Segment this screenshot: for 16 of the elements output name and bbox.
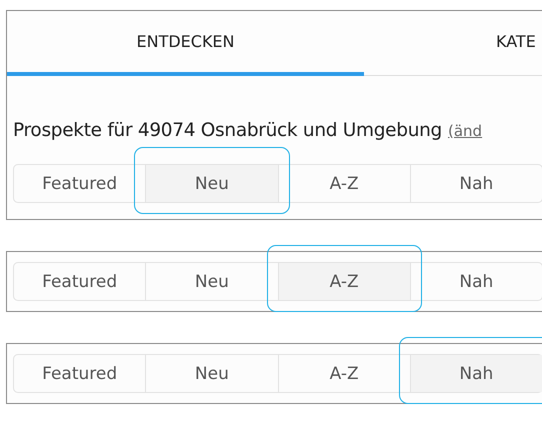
heading: Prospekte für 49074 Osnabrück und Umgebung — [13, 120, 442, 141]
tab[interactable]: ENTDECKEN — [7, 11, 364, 76]
segment-button[interactable]: Neu — [146, 165, 278, 202]
segment-button[interactable]: Featured — [14, 355, 146, 392]
segment-button[interactable]: Featured — [14, 165, 146, 202]
segment-button[interactable]: A-Z — [278, 165, 410, 202]
segment-button[interactable]: Nah — [410, 263, 542, 300]
segment-button[interactable]: A-Z — [278, 263, 410, 300]
segment-button[interactable]: Neu — [146, 263, 278, 300]
change-link[interactable]: (änd — [448, 122, 482, 140]
tab[interactable]: KATE — [364, 11, 542, 76]
segment-button[interactable]: Featured — [14, 263, 146, 300]
segment-button[interactable]: Neu — [146, 355, 278, 392]
segment-button[interactable]: Nah — [410, 165, 542, 202]
segment-button[interactable]: Nah — [410, 355, 542, 392]
segment-button[interactable]: A-Z — [278, 355, 410, 392]
